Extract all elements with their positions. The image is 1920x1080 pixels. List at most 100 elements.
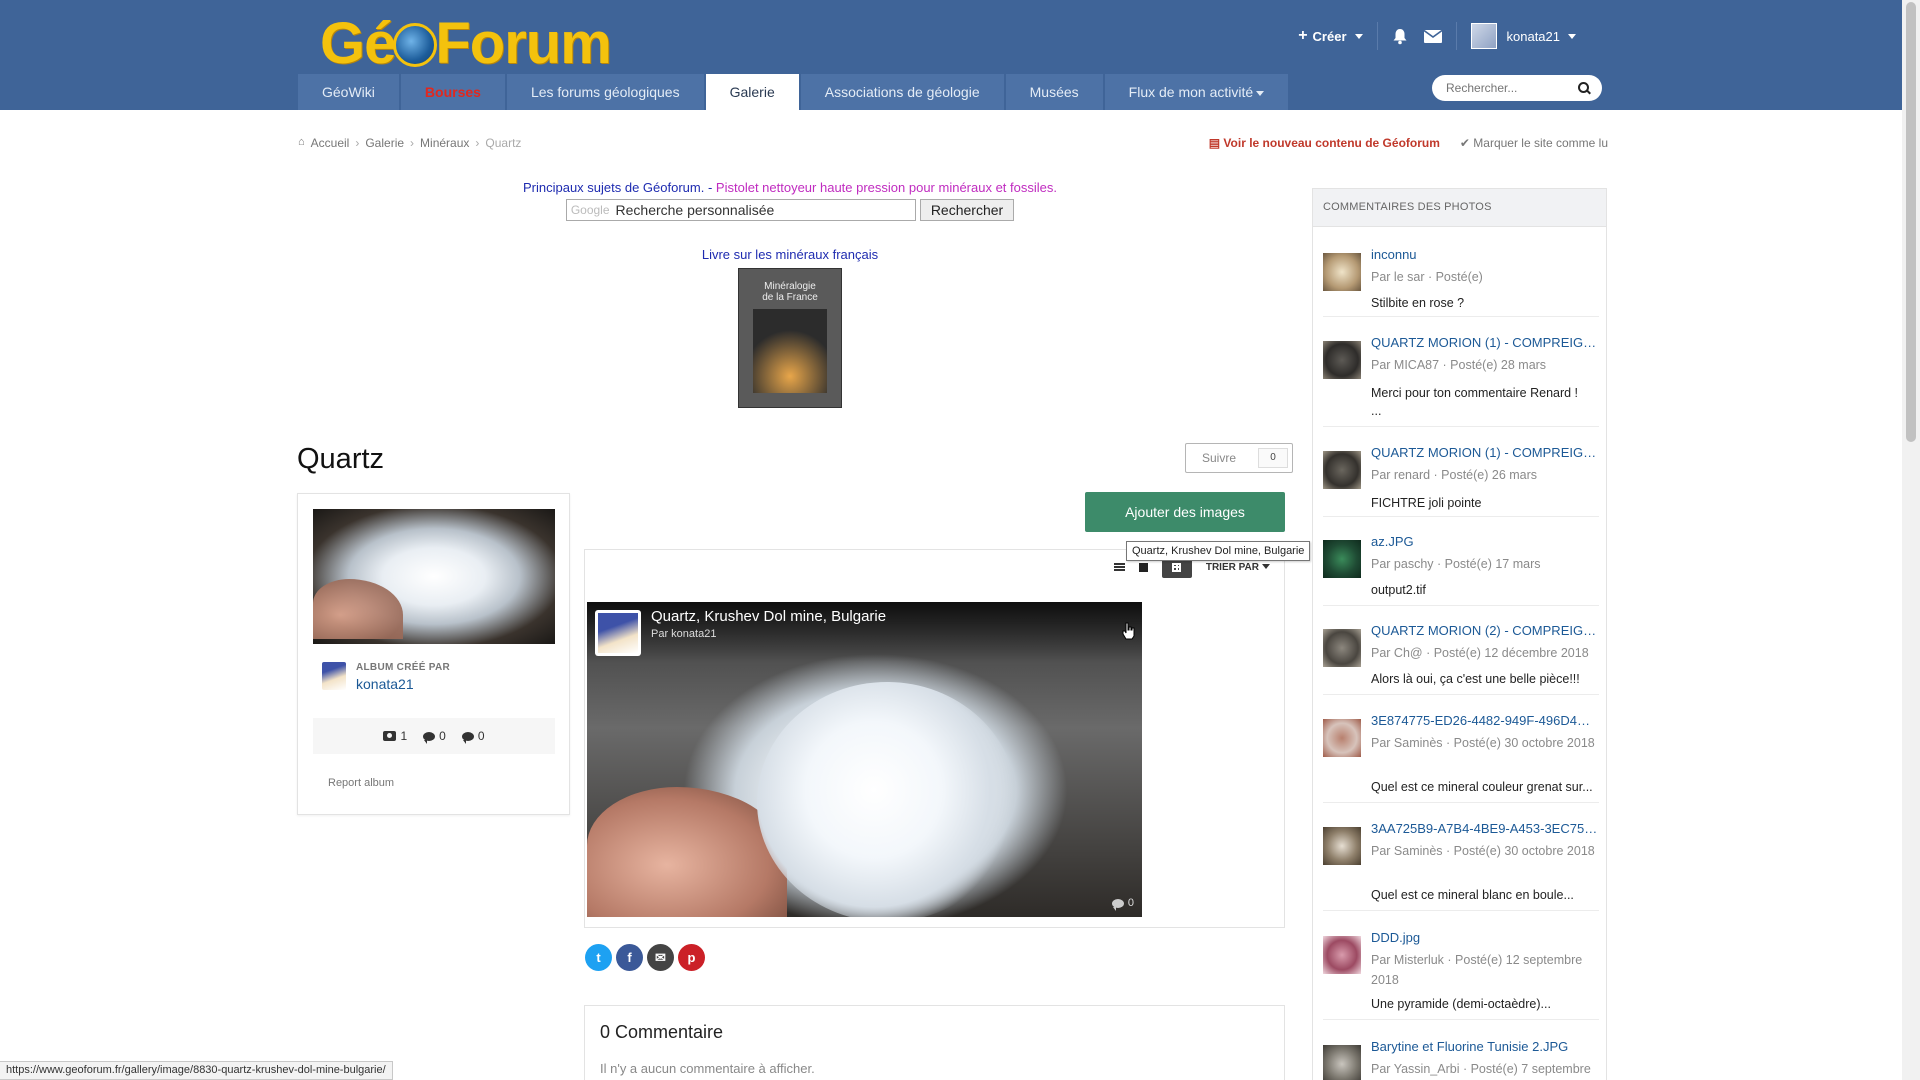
album-owner-name[interactable]: konata21 — [356, 676, 450, 692]
photo-title[interactable]: DDD.jpg — [1371, 930, 1599, 945]
nav-item-associations[interactable]: Associations de géologie — [800, 74, 1004, 110]
nav-item-galerie[interactable]: Galerie — [705, 74, 799, 110]
plus-icon: + — [1298, 27, 1308, 44]
nav-item-forums[interactable]: Les forums géologiques — [506, 74, 704, 110]
list-item[interactable]: QUARTZ MORION (1) - COMPREIGNAC Par MICA… — [1323, 335, 1599, 427]
comment-count-value: 0 — [1127, 897, 1134, 909]
photo-title[interactable]: QUARTZ MORION (1) - COMPREIGNAC — [1371, 445, 1599, 460]
chevron-down-icon — [1256, 90, 1265, 96]
pinterest-share-button[interactable]: p — [678, 944, 705, 971]
scrollbar-thumb[interactable] — [1906, 2, 1916, 442]
photo-thumbnail[interactable] — [1323, 827, 1361, 865]
photo-thumbnail[interactable] — [1323, 719, 1361, 757]
twitter-icon: t — [596, 950, 601, 965]
photo-thumbnail[interactable] — [1323, 451, 1361, 489]
list-item[interactable]: QUARTZ MORION (2) - COMPREIGNAC Par Ch@ … — [1323, 623, 1599, 695]
list-item[interactable]: inconnu Par le sar · Posté(e) Stilbite e… — [1323, 247, 1599, 317]
nav-item-musees[interactable]: Musées — [1005, 74, 1103, 110]
breadcrumb-item[interactable]: Galerie — [365, 136, 404, 150]
check-icon: ✔ — [1459, 136, 1474, 150]
comment-icon — [1111, 898, 1124, 911]
single-view-icon[interactable] — [1138, 562, 1148, 572]
photo-meta: Par Yassin_Arbi · Posté(e) 7 septembre — [1371, 1062, 1591, 1076]
photo-title[interactable]: inconnu — [1371, 247, 1599, 262]
gallery-image-card[interactable]: Quartz, Krushev Dol mine, Bulgarie Par k… — [587, 602, 1142, 917]
twitter-share-button[interactable]: t — [585, 944, 612, 971]
album-comments-count: 0 — [423, 729, 446, 744]
book-link[interactable]: Livre sur les minéraux français — [480, 247, 1100, 262]
photo-thumbnail[interactable] — [1323, 629, 1361, 667]
facebook-icon: f — [627, 950, 632, 965]
nav-label: Bourses — [424, 84, 481, 100]
user-menu-button[interactable]: konata21 — [1457, 23, 1591, 49]
site-logo[interactable]: Gé Forum — [320, 10, 612, 77]
avatar[interactable] — [322, 662, 346, 690]
globe-icon — [393, 23, 438, 67]
stat-value: 0 — [477, 729, 485, 743]
search-icon[interactable] — [1578, 82, 1590, 94]
photo-thumbnail[interactable] — [1323, 341, 1361, 379]
create-button[interactable]: + Créer — [1284, 27, 1376, 45]
photo-thumbnail[interactable] — [1323, 936, 1361, 974]
photo-comment: output2.tif — [1371, 583, 1426, 597]
messages-button[interactable] — [1422, 29, 1456, 43]
photo-thumbnail[interactable] — [1323, 253, 1361, 291]
grid-icon — [1172, 562, 1182, 572]
image-title[interactable]: Quartz, Krushev Dol mine, Bulgarie — [651, 608, 886, 625]
list-item[interactable]: QUARTZ MORION (1) - COMPREIGNAC Par rena… — [1323, 445, 1599, 517]
mark-read-link[interactable]: ✔ Marquer le site comme lu — [1460, 136, 1608, 150]
photo-title[interactable]: az.JPG — [1371, 534, 1599, 549]
pinterest-icon: p — [687, 950, 696, 965]
list-item[interactable]: DDD.jpg Par Misterluk · Posté(e) 12 sept… — [1323, 930, 1599, 1020]
google-search: Google Recherche personnalisée Recherche… — [480, 199, 1100, 221]
google-search-button[interactable]: Rechercher — [919, 199, 1015, 221]
google-search-input[interactable]: Google Recherche personnalisée — [565, 199, 916, 221]
report-album-link[interactable]: Report album — [328, 777, 394, 789]
photo-comment: Quel est ce mineral blanc en boule... — [1371, 888, 1574, 902]
photo-title[interactable]: QUARTZ MORION (1) - COMPREIGNAC — [1371, 335, 1599, 350]
list-view-icon[interactable] — [1113, 563, 1125, 571]
breadcrumb-item[interactable]: Accueil — [311, 136, 350, 150]
list-item[interactable]: Barytine et Fluorine Tunisie 2.JPG Par Y… — [1323, 1039, 1599, 1080]
email-share-button[interactable]: ✉ — [647, 944, 674, 971]
facebook-share-button[interactable]: f — [616, 944, 643, 971]
photo-title[interactable]: 3E874775-ED26-4482-949F-496D4CF1A2B3 — [1371, 713, 1599, 728]
mark-read-label: Marquer le site comme lu — [1473, 136, 1608, 150]
sort-menu[interactable]: TRIER PAR — [1206, 562, 1270, 573]
add-images-button[interactable]: Ajouter des images — [1085, 492, 1285, 532]
ad-block: Principaux sujets de Géoforum. - Pistole… — [480, 180, 1100, 408]
breadcrumb-item[interactable]: Minéraux — [420, 136, 469, 150]
list-item[interactable]: 3AA725B9-A7B4-4BE9-A453-3EC756A1B0C2 Par… — [1323, 821, 1599, 911]
browser-status-bar: https://www.geoforum.fr/gallery/image/88… — [0, 1061, 393, 1080]
album-cover-image[interactable] — [313, 509, 555, 644]
album-card: ALBUM CRÉÉ PAR konata21 1 0 0 Report alb… — [297, 493, 570, 815]
nav-item-activity[interactable]: Flux de mon activité — [1104, 74, 1289, 110]
comments-empty-message: Il n'y a aucun commentaire à afficher. — [600, 1061, 815, 1076]
nav-label: GéoWiki — [322, 84, 375, 100]
comments-icon — [461, 731, 474, 744]
photo-thumbnail[interactable] — [1323, 540, 1361, 578]
book-cover[interactable]: Minéralogie de la France — [738, 268, 842, 408]
google-label: Google — [570, 203, 610, 217]
photo-thumbnail[interactable] — [1323, 1045, 1361, 1080]
ad-link-main-topics[interactable]: Principaux sujets de Géoforum. — [523, 180, 704, 195]
ad-link-pistol[interactable]: Pistolet nettoyeur haute pression pour m… — [716, 180, 1057, 195]
avatar[interactable] — [595, 610, 641, 656]
notifications-button[interactable] — [1378, 28, 1422, 45]
ad-links: Principaux sujets de Géoforum. - Pistole… — [480, 180, 1100, 195]
follow-button[interactable]: Suivre 0 — [1185, 443, 1293, 473]
nav-item-geowiki[interactable]: GéoWiki — [298, 74, 399, 110]
photo-title[interactable]: 3AA725B9-A7B4-4BE9-A453-3EC756A1B0C2 — [1371, 821, 1599, 836]
list-item[interactable]: 3E874775-ED26-4482-949F-496D4CF1A2B3 Par… — [1323, 713, 1599, 803]
search-input[interactable] — [1446, 81, 1578, 95]
ad-separator: - — [704, 180, 716, 195]
bell-icon — [1393, 28, 1406, 44]
photo-title[interactable]: QUARTZ MORION (2) - COMPREIGNAC — [1371, 623, 1599, 638]
photo-meta: Par paschy · Posté(e) 17 mars — [1371, 557, 1541, 571]
page-scrollbar[interactable] — [1902, 0, 1920, 1080]
photo-title[interactable]: Barytine et Fluorine Tunisie 2.JPG — [1371, 1039, 1599, 1054]
nav-item-bourses[interactable]: Bourses — [400, 74, 505, 110]
new-content-link[interactable]: ▤ Voir le nouveau contenu de Géoforum — [1209, 136, 1440, 150]
photo-meta: Par Saminès · Posté(e) 30 octobre 2018 — [1371, 844, 1595, 858]
list-item[interactable]: az.JPG Par paschy · Posté(e) 17 mars out… — [1323, 534, 1599, 606]
